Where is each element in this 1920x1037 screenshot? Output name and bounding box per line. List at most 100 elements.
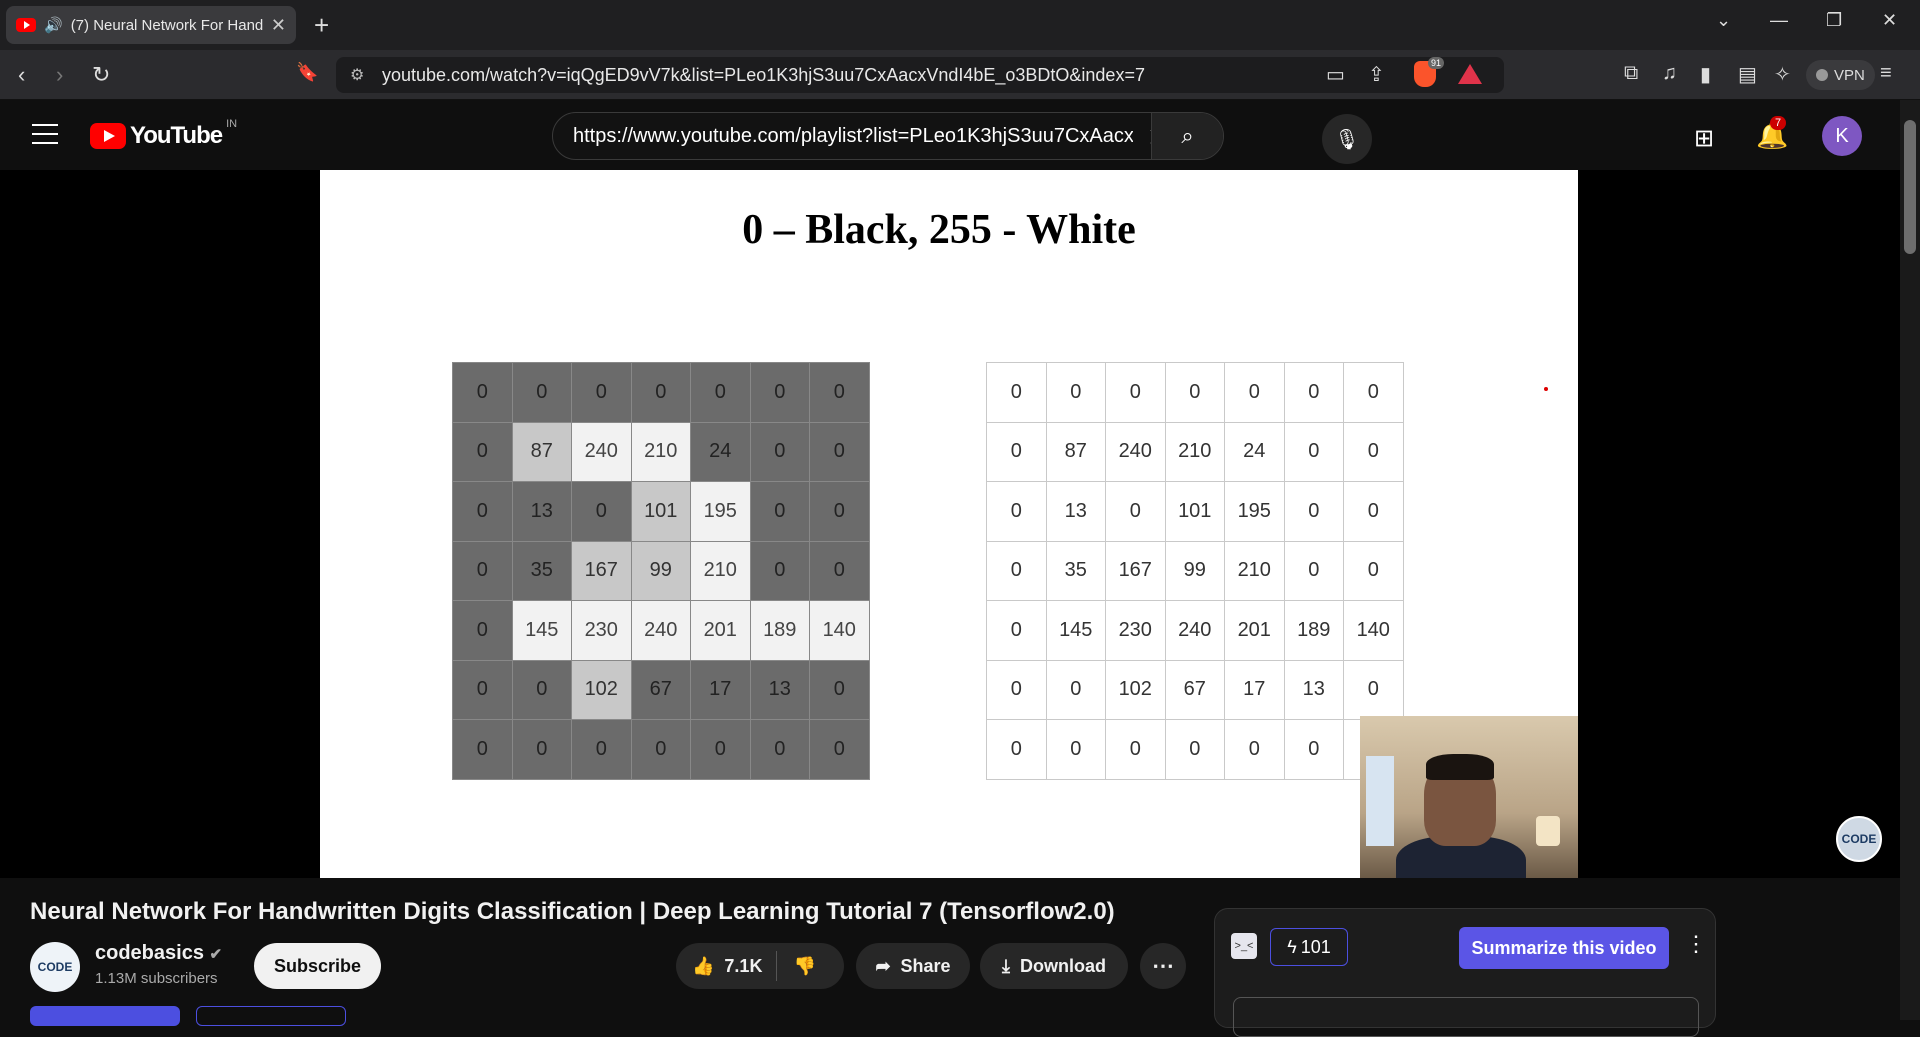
leo-ai-icon[interactable]: ✧ [1774, 62, 1791, 87]
channel-watermark[interactable]: CODE [1836, 816, 1882, 862]
account-avatar[interactable]: K [1822, 116, 1862, 156]
pixel-cell: 0 [511, 659, 572, 720]
tab-list-chevron-icon[interactable]: ⌄ [1716, 10, 1731, 31]
secondary-button[interactable] [196, 1006, 346, 1026]
pixel-cell: 0 [749, 719, 810, 780]
active-tab[interactable]: 🔊 (7) Neural Network For Handwritten Dig… [6, 6, 296, 44]
extension-logo-icon[interactable]: >_< [1231, 933, 1257, 959]
pixel-cell: 102 [571, 659, 632, 720]
share-icon: ➦ [875, 955, 891, 976]
minimize-icon[interactable]: — [1770, 10, 1788, 31]
pixel-cell: 195 [1224, 481, 1285, 542]
credits-counter[interactable]: ϟ 101 [1270, 928, 1348, 966]
pixel-cell: 0 [571, 481, 632, 542]
join-button[interactable] [30, 1006, 180, 1026]
transcript-button[interactable] [1233, 997, 1699, 1037]
pixel-cell: 35 [1045, 540, 1106, 601]
channel-avatar[interactable]: CODE [30, 942, 80, 992]
download-icon: ⤓ [1002, 955, 1010, 976]
create-video-icon[interactable]: ⊞ [1694, 124, 1714, 153]
menu-icon[interactable]: ≡ [1880, 62, 1892, 85]
pixel-cell: 167 [1105, 540, 1166, 601]
webcam-lamp [1536, 816, 1560, 846]
search-box: ✕ ⌕ [552, 112, 1224, 160]
pixel-cell: 0 [690, 362, 751, 423]
sidebar-icon[interactable]: ▮ [1700, 62, 1711, 87]
pixel-cell: 0 [749, 362, 810, 423]
wallet-icon[interactable]: ▤ [1738, 62, 1757, 87]
laser-pointer-dot [1544, 387, 1548, 391]
subscribe-button[interactable]: Subscribe [254, 943, 382, 989]
pixel-cell: 210 [690, 540, 751, 601]
pixel-cell: 0 [1283, 481, 1344, 542]
grayscale-pixel-grid: 0 0 0 0 0 0 0 0 87 240 210 24 0 0 0 13 0 101 195 0 0 0 35 167 99… [452, 362, 870, 780]
dislike-button[interactable]: 👎 [777, 956, 831, 977]
pixel-cell: 0 [1283, 421, 1344, 482]
extensions-icon[interactable]: ⧉ [1624, 62, 1638, 85]
url-text: youtube.com/watch?v=iqQgED9vV7k&list=PLe… [382, 64, 1145, 85]
channel-name[interactable]: codebasics ✔ [95, 942, 222, 965]
pixel-cell: 167 [571, 540, 632, 601]
pixel-cell: 0 [690, 719, 751, 780]
pixel-cell: 0 [452, 421, 513, 482]
pixel-cell: 0 [630, 362, 691, 423]
grid-row: 0 87 240 210 24 0 0 [986, 421, 1404, 482]
media-icon[interactable]: ♫ [1662, 62, 1677, 85]
pixel-cell: 201 [690, 600, 751, 661]
pixel-cell: 0 [452, 481, 513, 542]
summarize-button[interactable]: Summarize this video [1459, 927, 1669, 969]
search-button[interactable]: ⌕ [1151, 113, 1223, 159]
guide-menu-icon[interactable] [32, 124, 58, 144]
cast-icon[interactable]: ▭ [1326, 62, 1345, 87]
more-actions-button[interactable]: ⋯ [1140, 943, 1186, 989]
search-input[interactable] [573, 113, 1133, 159]
back-icon[interactable]: ‹ [18, 62, 25, 88]
close-window-icon[interactable]: ✕ [1882, 10, 1897, 31]
share-button[interactable]: ➦ Share [856, 943, 970, 989]
grid-row: 0000000 [452, 362, 870, 423]
reload-icon[interactable]: ↻ [92, 62, 110, 88]
notifications-button[interactable]: 🔔 7 [1756, 116, 1788, 151]
pixel-cell: 240 [1164, 600, 1225, 661]
pixel-cell: 0 [452, 600, 513, 661]
pixel-cell: 210 [630, 421, 691, 482]
pixel-cell: 0 [986, 540, 1047, 601]
site-settings-icon[interactable]: ⚙ [350, 65, 364, 85]
pixel-cell: 0 [1343, 540, 1404, 601]
pixel-cell: 0 [986, 421, 1047, 482]
scrollbar-thumb[interactable] [1904, 120, 1916, 254]
vpn-label: VPN [1834, 66, 1865, 84]
brave-rewards-icon[interactable] [1458, 64, 1482, 84]
pixel-cell: 17 [1224, 659, 1285, 720]
subscriber-count: 1.13M subscribers [95, 970, 218, 987]
pixel-cell: 230 [571, 600, 632, 661]
page-scrollbar[interactable] [1900, 100, 1920, 1020]
pixel-cell: 24 [1224, 421, 1285, 482]
speaker-icon[interactable]: 🔊 [44, 16, 63, 34]
pixel-cell: 67 [1164, 659, 1225, 720]
pixel-cell: 0 [809, 659, 870, 720]
restore-icon[interactable]: ❐ [1826, 10, 1842, 31]
pixel-cell: 0 [809, 421, 870, 482]
bookmark-icon[interactable]: 🔖 [296, 62, 318, 83]
forward-icon[interactable]: › [56, 62, 63, 88]
webcam-window [1366, 756, 1394, 846]
presenter-webcam [1360, 716, 1578, 878]
download-button[interactable]: ⤓ Download [980, 943, 1128, 989]
pixel-cell: 240 [1105, 421, 1166, 482]
like-button[interactable]: 👍 7.1K [676, 951, 778, 981]
kebab-menu-icon[interactable]: ⋮ [1685, 931, 1707, 957]
share-page-icon[interactable]: ⇪ [1368, 62, 1385, 87]
new-tab-icon[interactable]: + [314, 10, 329, 41]
voice-search-button[interactable]: 🎙 [1322, 114, 1372, 164]
pixel-cell: 0 [630, 719, 691, 780]
pixel-cell: 0 [986, 481, 1047, 542]
pixel-cell: 0 [749, 481, 810, 542]
pixel-cell: 0 [1343, 362, 1404, 423]
close-tab-icon[interactable]: ✕ [271, 15, 286, 36]
vpn-button[interactable]: VPN [1806, 60, 1875, 90]
pixel-cell: 0 [1343, 421, 1404, 482]
youtube-logo[interactable]: YouTube IN [90, 118, 237, 150]
grid-row: 0 35 167 99 210 0 0 [986, 540, 1404, 601]
pixel-cell: 240 [630, 600, 691, 661]
